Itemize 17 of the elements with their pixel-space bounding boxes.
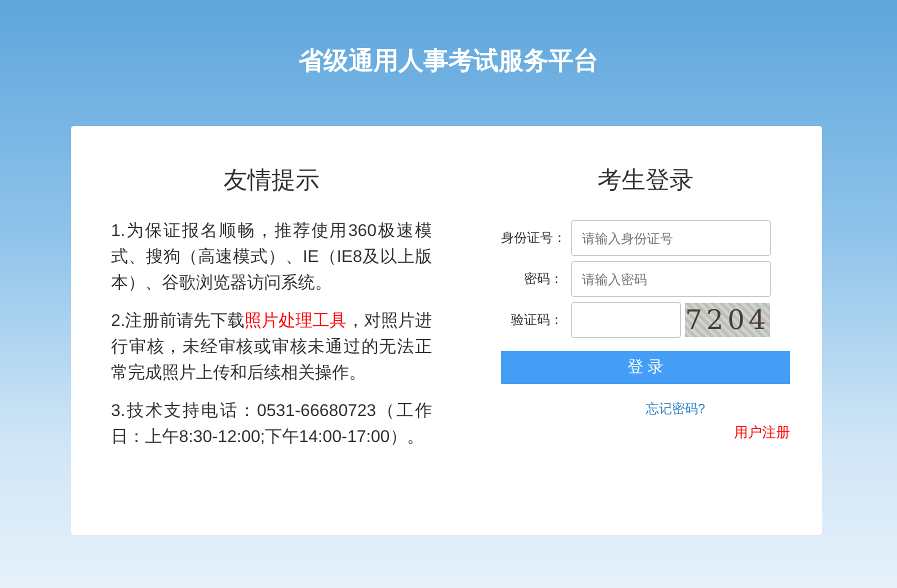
notice-paragraph: 2.注册前请先下载照片处理工具，对照片进行审核，未经审核或审核未通过的无法正常完成照片上传和后续相关操作。 xyxy=(111,310,432,384)
captcha-input[interactable] xyxy=(570,302,681,338)
register-link[interactable]: 用户注册 xyxy=(734,424,790,442)
password-input[interactable]: 请输入密码 xyxy=(570,261,771,297)
download-link[interactable]: 照片处理工具 xyxy=(244,311,347,330)
notice-title: 友情提示 xyxy=(223,166,320,196)
id-number-input[interactable]: 请输入身份证号 xyxy=(570,220,771,256)
login-title: 考生登录 xyxy=(597,166,694,196)
captcha-image[interactable]: 7204 xyxy=(684,303,770,337)
forgot-password-link[interactable]: 忘记密码? xyxy=(646,400,706,418)
login-button[interactable]: 登 录 xyxy=(500,351,790,384)
field-label: 密码： xyxy=(522,270,563,288)
notice-paragraph: 1.为保证报名顺畅，推荐使用360极速模式、搜狗（高速模式）、IE（IE8及以上版本）、谷歌浏览器访问系统。 xyxy=(111,220,432,294)
notice-paragraph: 3.技术支持电话：0531-66680723（工作日：上午8:30-12:00;下午14:00-17:00）。 xyxy=(111,400,432,448)
field-label: 验证码： xyxy=(510,311,563,329)
site-title: 省级通用人事考试服务平台 xyxy=(298,46,598,77)
field-label: 身份证号： xyxy=(500,229,563,247)
